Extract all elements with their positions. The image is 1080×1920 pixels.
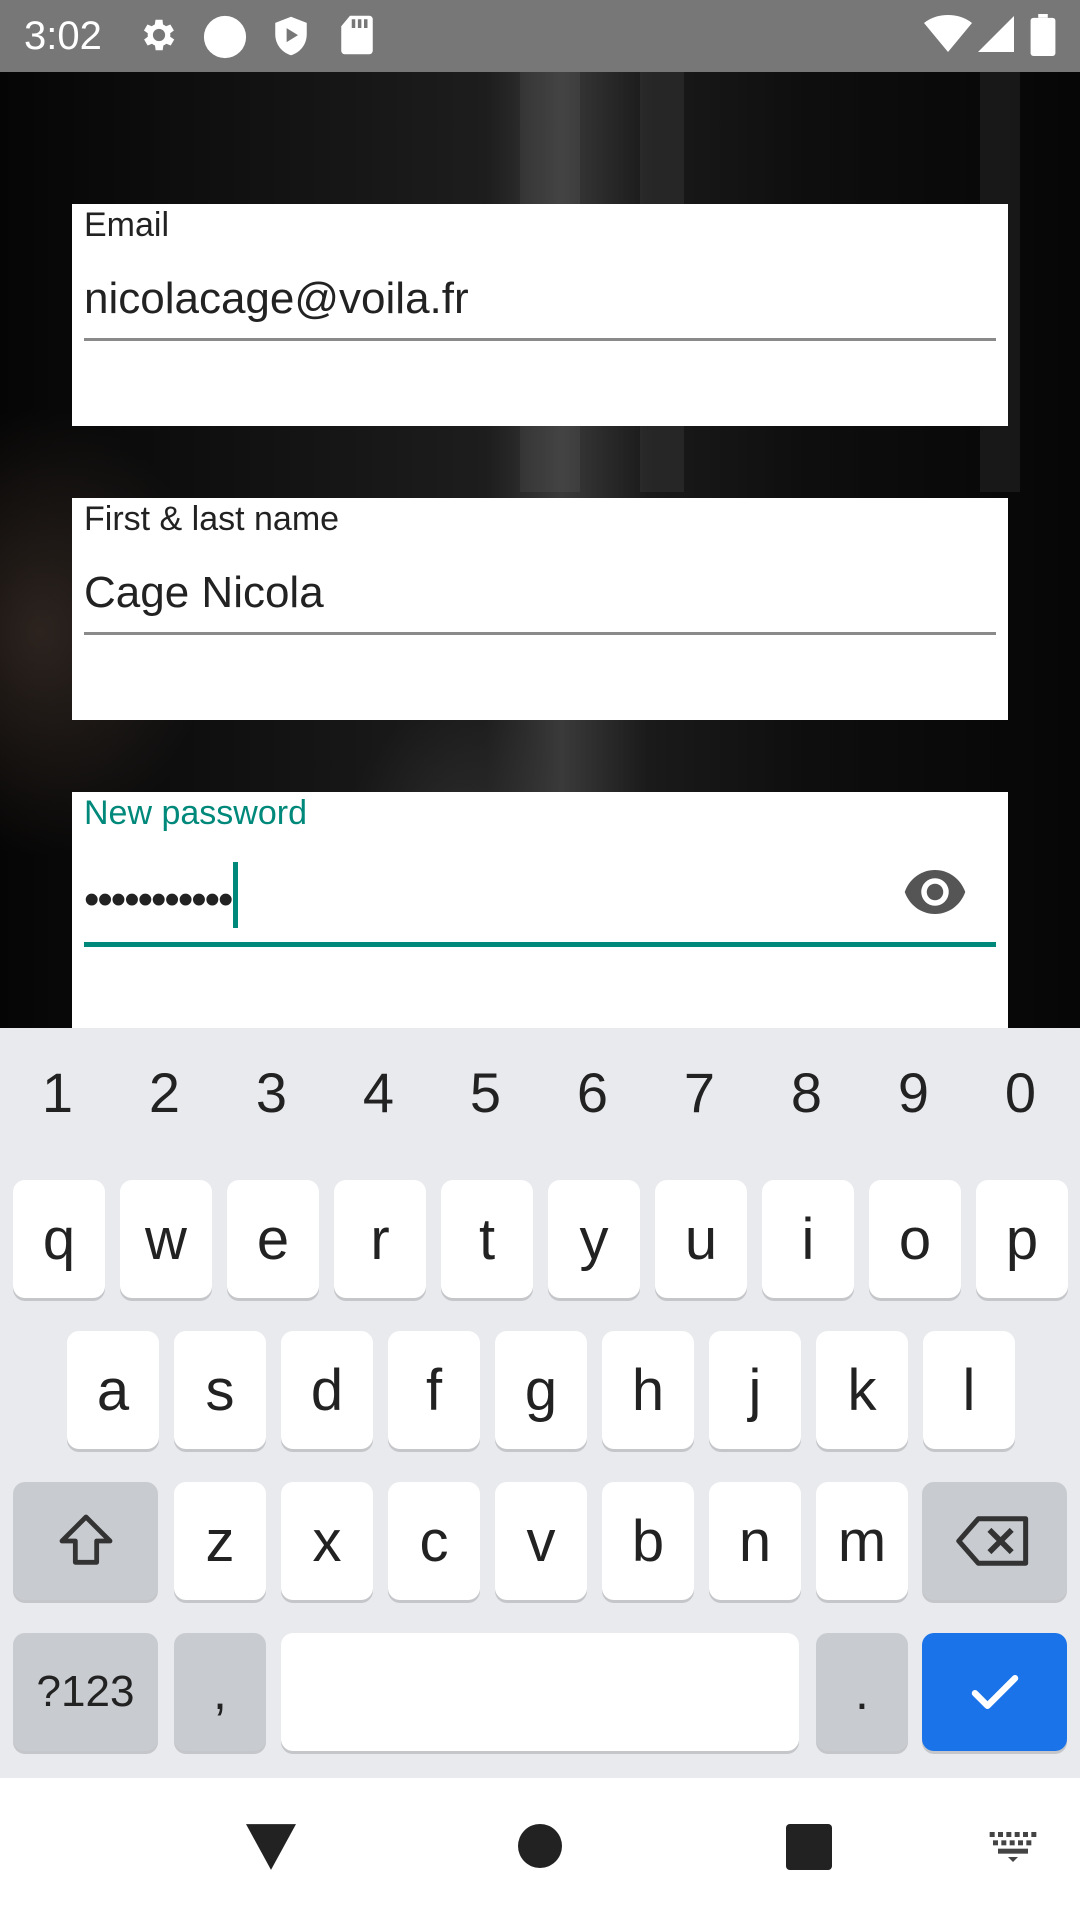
text-cursor — [233, 862, 239, 928]
eye-icon[interactable] — [902, 870, 968, 914]
enter-key[interactable] — [922, 1633, 1067, 1751]
key-5[interactable]: 5 — [432, 1060, 539, 1125]
password-masked-value: ••••••••••• — [84, 875, 233, 924]
key-y[interactable]: y — [548, 1180, 640, 1298]
key-4[interactable]: 4 — [325, 1060, 432, 1125]
password-underline — [84, 942, 996, 947]
key-z[interactable]: z — [174, 1482, 266, 1600]
key-k[interactable]: k — [816, 1331, 908, 1449]
key-8[interactable]: 8 — [753, 1060, 860, 1125]
key-b[interactable]: b — [602, 1482, 694, 1600]
name-label: First & last name — [84, 500, 340, 538]
name-input[interactable]: Cage Nicola — [84, 568, 324, 618]
key-i[interactable]: i — [762, 1180, 854, 1298]
key-q[interactable]: q — [13, 1180, 105, 1298]
key-r[interactable]: r — [334, 1180, 426, 1298]
space-key[interactable] — [281, 1633, 799, 1751]
key-s[interactable]: s — [174, 1331, 266, 1449]
key-a[interactable]: a — [67, 1331, 159, 1449]
key-x[interactable]: x — [281, 1482, 373, 1600]
comma-key[interactable]: , — [174, 1633, 266, 1751]
email-label: Email — [84, 206, 170, 244]
period-key[interactable]: . — [816, 1633, 908, 1751]
signal-icon — [978, 16, 1014, 52]
battery-icon — [1030, 14, 1056, 56]
circle-icon — [203, 15, 247, 59]
symbols-key[interactable]: ?123 — [13, 1633, 158, 1751]
password-field[interactable]: New password ••••••••••• — [72, 792, 1008, 1028]
navigation-bar — [0, 1778, 1080, 1920]
key-m[interactable]: m — [816, 1482, 908, 1600]
backspace-key[interactable] — [922, 1482, 1067, 1600]
key-9[interactable]: 9 — [860, 1060, 967, 1125]
key-2[interactable]: 2 — [111, 1060, 218, 1125]
backspace-icon — [955, 1516, 1028, 1566]
keyboard-switch-icon[interactable] — [988, 1830, 1038, 1864]
key-3[interactable]: 3 — [218, 1060, 325, 1125]
wifi-icon — [924, 15, 972, 52]
sd-card-icon — [341, 15, 373, 55]
shield-play-icon — [275, 16, 307, 56]
key-w[interactable]: w — [120, 1180, 212, 1298]
gear-icon — [143, 19, 175, 51]
key-t[interactable]: t — [441, 1180, 533, 1298]
email-underline — [84, 338, 996, 341]
key-u[interactable]: u — [655, 1180, 747, 1298]
key-e[interactable]: e — [227, 1180, 319, 1298]
key-o[interactable]: o — [869, 1180, 961, 1298]
status-time: 3:02 — [24, 14, 102, 58]
key-l[interactable]: l — [923, 1331, 1015, 1449]
key-6[interactable]: 6 — [539, 1060, 646, 1125]
check-icon — [971, 1675, 1018, 1709]
password-input[interactable]: ••••••••••• — [84, 862, 239, 928]
key-f[interactable]: f — [388, 1331, 480, 1449]
status-bar: 3:02 — [0, 0, 1080, 72]
name-field[interactable]: First & last name Cage Nicola — [72, 498, 1008, 720]
key-h[interactable]: h — [602, 1331, 694, 1449]
home-circle-icon[interactable] — [518, 1824, 562, 1868]
recents-square-icon[interactable] — [786, 1824, 832, 1870]
key-g[interactable]: g — [495, 1331, 587, 1449]
email-field[interactable]: Email nicolacage@voila.fr — [72, 204, 1008, 426]
key-n[interactable]: n — [709, 1482, 801, 1600]
key-d[interactable]: d — [281, 1331, 373, 1449]
key-7[interactable]: 7 — [646, 1060, 753, 1125]
password-label: New password — [84, 794, 307, 832]
key-p[interactable]: p — [976, 1180, 1068, 1298]
key-j[interactable]: j — [709, 1331, 801, 1449]
shift-icon — [59, 1514, 112, 1565]
key-0[interactable]: 0 — [967, 1060, 1074, 1125]
shift-key[interactable] — [13, 1482, 158, 1600]
back-triangle-icon[interactable] — [246, 1824, 296, 1870]
key-c[interactable]: c — [388, 1482, 480, 1600]
key-v[interactable]: v — [495, 1482, 587, 1600]
key-1[interactable]: 1 — [4, 1060, 111, 1125]
email-input[interactable]: nicolacage@voila.fr — [84, 274, 469, 324]
name-underline — [84, 632, 996, 635]
